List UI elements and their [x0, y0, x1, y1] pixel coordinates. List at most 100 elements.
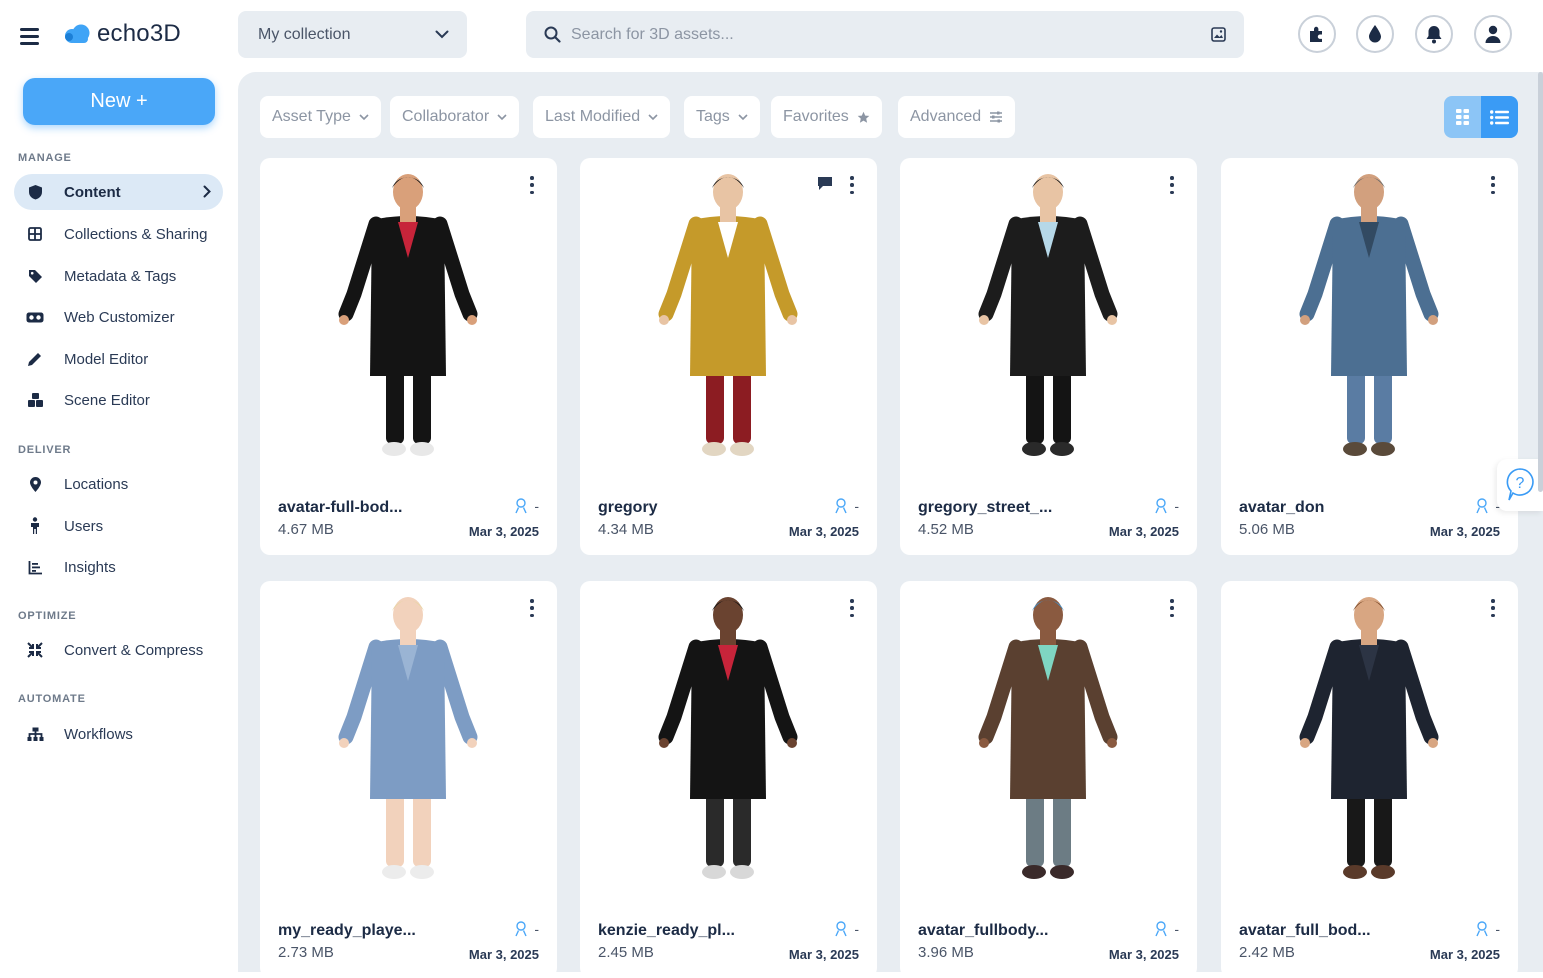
asset-thumbnail — [978, 597, 1118, 879]
collaborator-count: - — [1174, 921, 1179, 937]
filter-advanced[interactable]: Advanced — [898, 96, 1016, 138]
asset-size: 2.45 MB — [598, 944, 654, 961]
filter-label: Asset Type — [272, 108, 351, 125]
sidebar-item-web-customizer[interactable]: Web Customizer — [14, 299, 223, 335]
more-options-icon[interactable] — [527, 176, 537, 194]
asset-size: 3.96 MB — [918, 944, 974, 961]
hamburger-menu-icon[interactable] — [20, 28, 39, 45]
more-options-icon[interactable] — [1167, 176, 1177, 194]
collaborator-icon — [835, 921, 847, 937]
filter-tags[interactable]: Tags — [684, 96, 760, 138]
sidebar-item-label: Content — [64, 183, 121, 201]
collaborator-icon — [1155, 921, 1167, 937]
collaborators[interactable]: - — [514, 498, 539, 514]
user-icon[interactable] — [1474, 15, 1512, 53]
chevron-down-icon — [497, 113, 507, 120]
asset-name: avatar_don — [1239, 499, 1325, 516]
collaborator-count: - — [854, 921, 859, 937]
asset-date: Mar 3, 2025 — [788, 947, 859, 962]
asset-card[interactable]: kenzie_ready_pl... 2.45 MB - Mar 3, 2025 — [580, 581, 877, 978]
filter-collaborator[interactable]: Collaborator — [390, 96, 520, 138]
collaborator-icon — [835, 498, 847, 514]
search-bar — [526, 11, 1244, 58]
collection-select[interactable]: My collection — [238, 11, 467, 58]
more-options-icon[interactable] — [1488, 599, 1498, 617]
cloud-logo-icon — [65, 24, 90, 43]
help-button[interactable]: ? — [1497, 459, 1543, 511]
asset-card[interactable]: avatar_full_bod... 2.42 MB - Mar 3, 2025 — [1221, 581, 1518, 978]
more-options-icon[interactable] — [1488, 176, 1498, 194]
chevron-right-icon — [203, 185, 211, 198]
logo[interactable]: echo3D — [63, 20, 181, 48]
sidebar-item-scene-editor[interactable]: Scene Editor — [14, 382, 223, 418]
new-button[interactable]: New + — [23, 78, 215, 125]
asset-date: Mar 3, 2025 — [468, 947, 539, 962]
sidebar-item-workflows[interactable]: Workflows — [14, 716, 223, 752]
sidebar-item-users[interactable]: Users — [14, 508, 223, 544]
asset-size: 5.06 MB — [1239, 521, 1295, 538]
sidebar-item-insights[interactable]: Insights — [14, 549, 223, 585]
asset-name: kenzie_ready_pl... — [598, 922, 735, 939]
asset-date: Mar 3, 2025 — [468, 524, 539, 539]
more-options-icon[interactable] — [527, 599, 537, 617]
vr-glasses-icon — [26, 308, 44, 326]
collaborator-icon — [515, 498, 527, 514]
sidebar-item-metadata-tags[interactable]: Metadata & Tags — [14, 258, 223, 294]
sidebar-item-label: Insights — [64, 558, 116, 576]
asset-card[interactable]: avatar-full-bod... 4.67 MB - Mar 3, 2025 — [260, 158, 557, 555]
grid-view-button[interactable] — [1444, 96, 1481, 138]
drop-icon[interactable] — [1356, 15, 1394, 53]
svg-text:?: ? — [1516, 475, 1525, 492]
grid-view-icon — [1456, 109, 1469, 125]
asset-date: Mar 3, 2025 — [1429, 947, 1500, 962]
more-options-icon[interactable] — [847, 599, 857, 617]
view-toggle — [1444, 96, 1518, 138]
more-options-icon[interactable] — [847, 176, 857, 194]
asset-card[interactable]: avatar_fullbody... 3.96 MB - Mar 3, 2025 — [900, 581, 1197, 978]
asset-thumbnail — [338, 597, 478, 879]
sidebar-item-convert-compress[interactable]: Convert & Compress — [14, 632, 223, 668]
asset-card[interactable]: avatar_don5.06 MB-Mar 3, 2025 — [1221, 158, 1518, 555]
asset-card[interactable]: gregory 4.34 MB - Mar 3, 2025 — [580, 158, 877, 555]
search-input[interactable] — [571, 25, 1211, 44]
sidebar-item-label: Convert & Compress — [64, 641, 204, 659]
comment-icon[interactable] — [817, 176, 833, 191]
asset-date: Mar 3, 2025 — [1108, 524, 1179, 539]
collaborators[interactable]: - — [1475, 921, 1500, 937]
more-options-icon[interactable] — [1167, 599, 1177, 617]
asset-size: 2.42 MB — [1239, 944, 1295, 961]
image-search-icon[interactable] — [1211, 27, 1226, 42]
filter-favorites[interactable]: Favorites — [771, 96, 882, 138]
scrollbar[interactable] — [1538, 72, 1543, 492]
collaborator-count: - — [534, 498, 539, 514]
sidebar-item-locations[interactable]: Locations — [14, 466, 223, 502]
bell-icon[interactable] — [1415, 15, 1453, 53]
filter-asset-type[interactable]: Asset Type — [260, 96, 381, 138]
cubes-icon — [26, 391, 44, 409]
sidebar-item-label: Scene Editor — [64, 391, 150, 409]
filter-last-modified[interactable]: Last Modified — [533, 96, 671, 138]
search-icon — [544, 26, 561, 43]
filter-label: Tags — [696, 108, 730, 125]
collaborators[interactable]: - — [1154, 498, 1179, 514]
collaborators[interactable]: - — [514, 921, 539, 937]
section-label-optimize: OPTIMIZE — [18, 610, 77, 622]
filter-label: Advanced — [910, 108, 982, 125]
asset-card[interactable]: gregory_street_... 4.52 MB - Mar 3, 2025 — [900, 158, 1197, 555]
sidebar-item-model-editor[interactable]: Model Editor — [14, 341, 223, 377]
collaborator-count: - — [854, 498, 859, 514]
logo-text: echo3D — [97, 20, 181, 47]
collaborator-icon — [1476, 921, 1488, 937]
asset-size: 4.67 MB — [278, 521, 334, 538]
list-view-button[interactable] — [1481, 96, 1518, 138]
collaborators[interactable]: - — [834, 921, 859, 937]
sidebar-item-content[interactable]: Content — [14, 174, 223, 210]
section-label-automate: AUTOMATE — [18, 693, 86, 705]
puzzle-icon[interactable] — [1298, 15, 1336, 53]
collaborator-count: - — [1174, 498, 1179, 514]
collaborators[interactable]: - — [1154, 921, 1179, 937]
asset-card[interactable]: my_ready_playe... 2.73 MB - Mar 3, 2025 — [260, 581, 557, 978]
collaborators[interactable]: - — [834, 498, 859, 514]
sidebar-item-collections-sharing[interactable]: Collections & Sharing — [14, 216, 223, 252]
asset-size: 4.34 MB — [598, 521, 654, 538]
